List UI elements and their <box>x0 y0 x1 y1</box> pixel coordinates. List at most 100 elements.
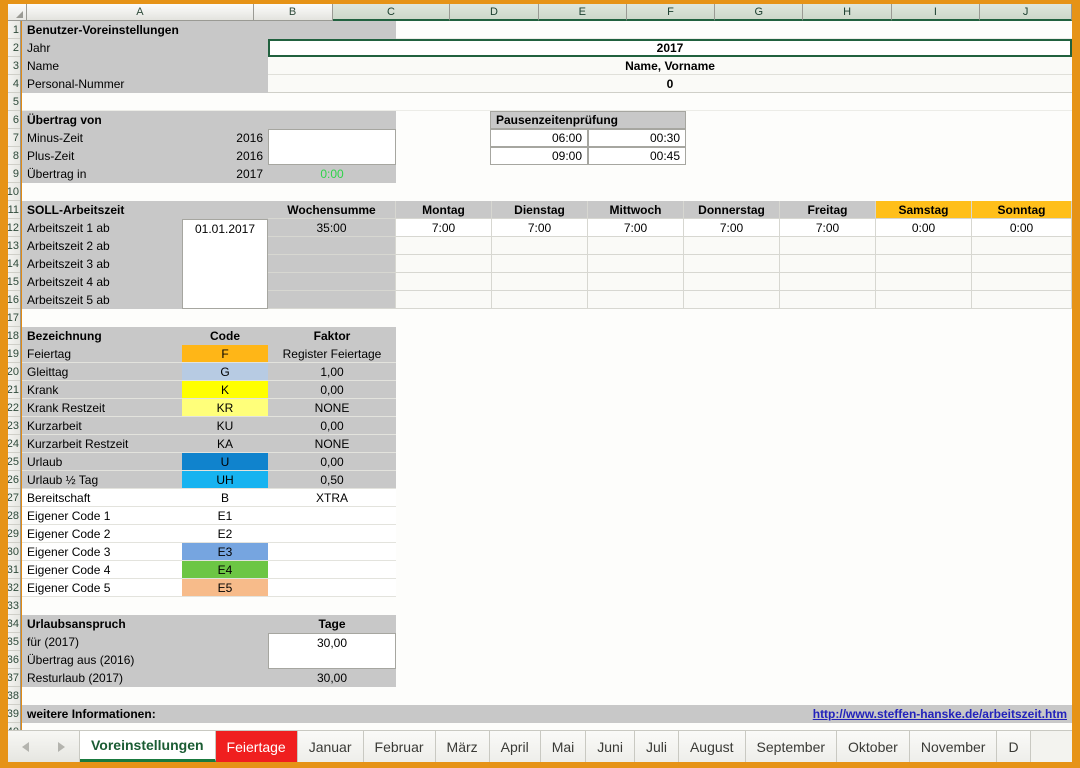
code-row-code[interactable]: U <box>182 453 268 471</box>
column-header-g[interactable]: G <box>715 4 804 21</box>
row-header-20[interactable]: 20 <box>8 363 20 381</box>
code-row-code[interactable]: UH <box>182 471 268 489</box>
row-header-10[interactable]: 10 <box>8 183 20 201</box>
row-header-40[interactable]: 40 <box>8 723 20 731</box>
row-header-22[interactable]: 22 <box>8 399 20 417</box>
sheet-tab-juli[interactable]: Juli <box>634 731 679 762</box>
code-row-code[interactable]: B <box>182 489 268 507</box>
code-row-code[interactable]: KA <box>182 435 268 453</box>
row-header-30[interactable]: 30 <box>8 543 20 561</box>
target-cell-donnerstag[interactable] <box>684 237 780 255</box>
code-row-factor[interactable] <box>268 525 396 543</box>
target-cell-sonntag[interactable]: 0:00 <box>972 219 1072 237</box>
target-cell-montag[interactable]: 7:00 <box>396 219 492 237</box>
target-cell-donnerstag[interactable] <box>684 255 780 273</box>
field-value-name[interactable]: Name, Vorname <box>268 57 1072 75</box>
sheet-tab-april[interactable]: April <box>489 731 541 762</box>
target-cell-sonntag[interactable] <box>972 255 1072 273</box>
row-header-34[interactable]: 34 <box>8 615 20 633</box>
target-cell-freitag[interactable] <box>780 255 876 273</box>
row-header-21[interactable]: 21 <box>8 381 20 399</box>
row-header-27[interactable]: 27 <box>8 489 20 507</box>
row-header-7[interactable]: 7 <box>8 129 20 147</box>
code-row-factor[interactable] <box>268 579 396 597</box>
column-header-h[interactable]: H <box>803 4 892 21</box>
row-header-25[interactable]: 25 <box>8 453 20 471</box>
break-check-after-2[interactable]: 09:00 <box>490 147 588 165</box>
target-cell-freitag[interactable] <box>780 237 876 255</box>
target-cell-dienstag[interactable] <box>492 255 588 273</box>
code-row-factor[interactable]: Register Feiertage <box>268 345 396 363</box>
code-row-factor[interactable]: NONE <box>268 435 396 453</box>
row-header-12[interactable]: 12 <box>8 219 20 237</box>
row-header-38[interactable]: 38 <box>8 687 20 705</box>
row-header-31[interactable]: 31 <box>8 561 20 579</box>
target-cell-donnerstag[interactable] <box>684 291 780 309</box>
break-check-pause-2[interactable]: 00:45 <box>588 147 686 165</box>
row-header-16[interactable]: 16 <box>8 291 20 309</box>
code-row-code[interactable]: E4 <box>182 561 268 579</box>
row-header-3[interactable]: 3 <box>8 57 20 75</box>
row-header-24[interactable]: 24 <box>8 435 20 453</box>
row-header-36[interactable]: 36 <box>8 651 20 669</box>
column-header-c[interactable]: C <box>332 4 451 21</box>
code-row-code[interactable]: KU <box>182 417 268 435</box>
target-cell-montag[interactable] <box>396 273 492 291</box>
triangle-right-icon[interactable] <box>57 741 65 752</box>
break-check-pause-1[interactable]: 00:30 <box>588 129 686 147</box>
target-cell-mittwoch[interactable] <box>588 291 684 309</box>
target-row-from[interactable] <box>182 291 268 309</box>
sheet-tab-februar[interactable]: Februar <box>363 731 436 762</box>
row-header-11[interactable]: 11 <box>8 201 20 219</box>
target-row-from[interactable] <box>182 273 268 291</box>
target-cell-montag[interactable] <box>396 255 492 273</box>
code-row-factor[interactable]: XTRA <box>268 489 396 507</box>
sheet-tab-november[interactable]: November <box>909 731 998 762</box>
sheet-tab-voreinstellungen[interactable]: Voreinstellungen <box>80 731 216 762</box>
code-row-factor[interactable]: NONE <box>268 399 396 417</box>
sheet-tab-oktober[interactable]: Oktober <box>837 731 910 762</box>
row-header-15[interactable]: 15 <box>8 273 20 291</box>
row-header-1[interactable]: 1 <box>8 21 20 39</box>
sheet-tab-juni[interactable]: Juni <box>586 731 635 762</box>
row-header-26[interactable]: 26 <box>8 471 20 489</box>
code-row-code[interactable]: G <box>182 363 268 381</box>
code-row-code[interactable]: E1 <box>182 507 268 525</box>
code-row-code[interactable]: E3 <box>182 543 268 561</box>
sheet-tab-september[interactable]: September <box>745 731 838 762</box>
target-cell-sonntag[interactable] <box>972 237 1072 255</box>
field-value-personalnummer[interactable]: 0 <box>268 75 1072 93</box>
more-info-link-cell[interactable]: http://www.steffen-hanske.de/arbeitszeit… <box>736 705 1072 723</box>
sheet-tab-august[interactable]: August <box>678 731 746 762</box>
target-cell-freitag[interactable] <box>780 291 876 309</box>
row-header-28[interactable]: 28 <box>8 507 20 525</box>
code-row-factor[interactable]: 0,00 <box>268 417 396 435</box>
sheet-tab-d[interactable]: D <box>997 731 1031 762</box>
target-cell-samstag[interactable] <box>876 273 972 291</box>
column-header-b[interactable]: B <box>253 4 333 21</box>
code-row-factor[interactable]: 0,00 <box>268 453 396 471</box>
carryover-value-minus[interactable] <box>268 129 396 147</box>
sheet-grid[interactable]: Benutzer-Voreinstellungen Jahr 2017 Name… <box>22 21 1072 730</box>
row-header-5[interactable]: 5 <box>8 93 20 111</box>
select-all-corner[interactable] <box>8 4 28 21</box>
target-cell-mittwoch[interactable] <box>588 273 684 291</box>
target-cell-donnerstag[interactable] <box>684 273 780 291</box>
row-header-8[interactable]: 8 <box>8 147 20 165</box>
target-cell-samstag[interactable] <box>876 237 972 255</box>
row-header-13[interactable]: 13 <box>8 237 20 255</box>
code-row-factor[interactable]: 0,00 <box>268 381 396 399</box>
column-header-a[interactable]: A <box>27 4 254 21</box>
code-row-factor[interactable] <box>268 507 396 525</box>
row-header-37[interactable]: 37 <box>8 669 20 687</box>
target-row-from[interactable]: 01.01.2017 <box>182 219 268 237</box>
target-cell-dienstag[interactable] <box>492 291 588 309</box>
target-cell-mittwoch[interactable] <box>588 237 684 255</box>
row-header-33[interactable]: 33 <box>8 597 20 615</box>
triangle-left-icon[interactable] <box>22 741 30 752</box>
code-row-factor[interactable] <box>268 561 396 579</box>
row-header-39[interactable]: 39 <box>8 705 20 723</box>
sheet-tab-mai[interactable]: Mai <box>540 731 587 762</box>
vacation-value-fuer[interactable]: 30,00 <box>268 633 396 651</box>
sheet-tab-nav[interactable] <box>8 731 80 762</box>
